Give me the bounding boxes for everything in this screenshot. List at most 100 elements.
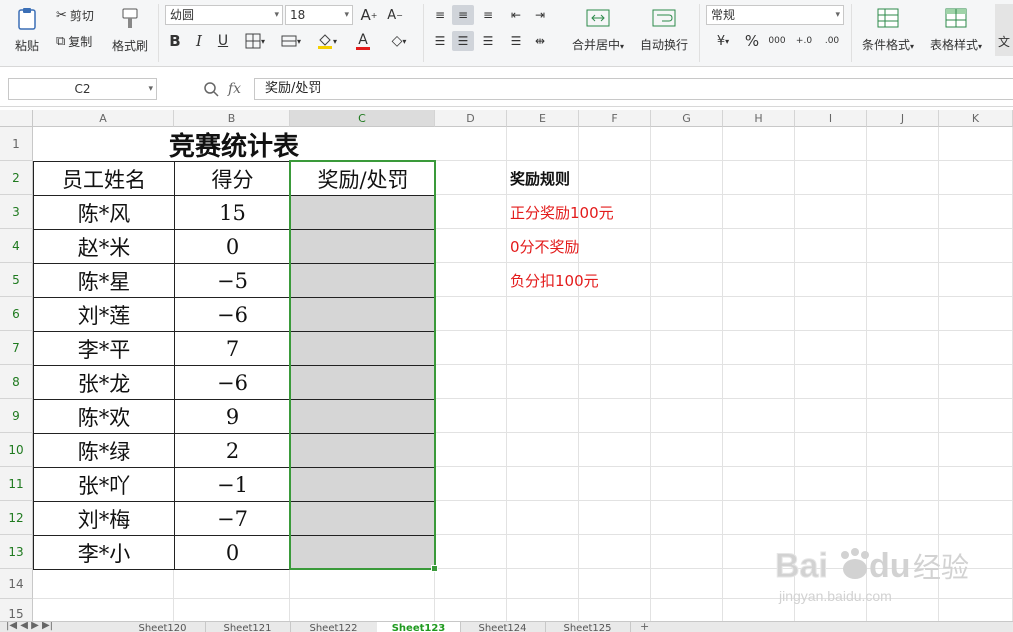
row-header-7[interactable]: 7: [0, 331, 33, 365]
clear-button[interactable]: ◇ ▾: [384, 31, 414, 51]
table-header-cell[interactable]: 员工姓名: [33, 161, 175, 196]
decrease-decimal-button[interactable]: .00: [820, 31, 844, 51]
justify-button[interactable]: ☰: [506, 31, 526, 51]
fill-color-button[interactable]: ▾: [312, 31, 342, 51]
distribute-button[interactable]: ⇹: [530, 31, 550, 51]
font-size-select[interactable]: 18 ▾: [285, 5, 353, 25]
row-header-15[interactable]: 15: [0, 599, 33, 621]
reward-penalty-cell[interactable]: [290, 467, 436, 502]
reward-penalty-cell[interactable]: [290, 263, 436, 298]
row-header-4[interactable]: 4: [0, 229, 33, 263]
employee-name-cell[interactable]: 刘*莲: [33, 297, 175, 332]
align-middle-button[interactable]: ≡: [452, 5, 474, 25]
italic-button[interactable]: I: [189, 31, 209, 51]
format-painter-button[interactable]: 格式刷: [108, 4, 152, 56]
align-top-button[interactable]: ≡: [430, 5, 450, 25]
reward-penalty-cell[interactable]: [290, 535, 436, 570]
row-header-8[interactable]: 8: [0, 365, 33, 399]
add-sheet-button[interactable]: +: [640, 622, 649, 632]
column-header-f[interactable]: F: [579, 110, 651, 127]
reward-penalty-cell[interactable]: [290, 399, 436, 434]
indent-decrease-button[interactable]: ⇤: [506, 5, 526, 25]
score-cell[interactable]: −6: [174, 297, 291, 332]
fx-button[interactable]: fx: [228, 79, 248, 99]
row-header-5[interactable]: 5: [0, 263, 33, 297]
column-header-k[interactable]: K: [939, 110, 1013, 127]
score-cell[interactable]: 7: [174, 331, 291, 366]
row-header-12[interactable]: 12: [0, 501, 33, 535]
employee-name-cell[interactable]: 张*吖: [33, 467, 175, 502]
row-header-6[interactable]: 6: [0, 297, 33, 331]
more-button[interactable]: 文: [995, 4, 1013, 56]
row-header-3[interactable]: 3: [0, 195, 33, 229]
score-cell[interactable]: −6: [174, 365, 291, 400]
bold-button[interactable]: B: [165, 31, 185, 51]
score-cell[interactable]: 0: [174, 229, 291, 264]
fill-handle[interactable]: [431, 565, 438, 572]
row-header-10[interactable]: 10: [0, 433, 33, 467]
employee-name-cell[interactable]: 陈*风: [33, 195, 175, 230]
column-header-i[interactable]: I: [795, 110, 867, 127]
row-header-11[interactable]: 11: [0, 467, 33, 501]
wrap-text-button[interactable]: 自动换行: [636, 4, 692, 56]
column-header-h[interactable]: H: [723, 110, 795, 127]
underline-button[interactable]: U: [213, 31, 233, 51]
column-header-c[interactable]: C: [290, 110, 435, 127]
name-box[interactable]: C2 ▾: [8, 78, 157, 100]
align-left-button[interactable]: ☰: [430, 31, 450, 51]
percent-button[interactable]: %: [742, 31, 762, 51]
employee-name-cell[interactable]: 刘*梅: [33, 501, 175, 536]
indent-increase-button[interactable]: ⇥: [530, 5, 550, 25]
zoom-search-icon[interactable]: [202, 80, 220, 98]
column-header-j[interactable]: J: [867, 110, 939, 127]
table-style-button[interactable]: 表格样式▾: [924, 4, 988, 56]
paste-button[interactable]: 粘贴: [8, 4, 46, 56]
align-center-button[interactable]: ☰: [452, 31, 474, 51]
align-right-button[interactable]: ☰: [478, 31, 498, 51]
score-cell[interactable]: −7: [174, 501, 291, 536]
row-header-13[interactable]: 13: [0, 535, 33, 569]
employee-name-cell[interactable]: 陈*欢: [33, 399, 175, 434]
table-header-cell[interactable]: 奖励/处罚: [290, 161, 436, 196]
font-color-button[interactable]: A: [348, 31, 378, 51]
copy-button[interactable]: ⧉ 复制: [56, 32, 106, 50]
font-name-select[interactable]: 幼圆 ▾: [165, 5, 283, 25]
number-format-select[interactable]: 常规 ▾: [706, 5, 844, 25]
score-cell[interactable]: −1: [174, 467, 291, 502]
increase-decimal-button[interactable]: +.0: [792, 31, 816, 51]
increase-font-button[interactable]: A +: [358, 5, 380, 25]
column-header-d[interactable]: D: [435, 110, 507, 127]
score-cell[interactable]: −5: [174, 263, 291, 298]
align-bottom-button[interactable]: ≡: [478, 5, 498, 25]
sheet-nav-arrows[interactable]: |◀ ◀ ▶ ▶|: [6, 622, 53, 631]
column-header-e[interactable]: E: [507, 110, 579, 127]
spreadsheet-grid[interactable]: A B C D E F G H I J K 1 2 3 4 5 6 7 8 9 10 11 12 13 14 15 竞赛统计表 员工姓…: [0, 110, 1013, 621]
score-cell[interactable]: 9: [174, 399, 291, 434]
reward-penalty-cell[interactable]: [290, 433, 436, 468]
employee-name-cell[interactable]: 陈*星: [33, 263, 175, 298]
reward-penalty-cell[interactable]: [290, 297, 436, 332]
select-all-corner[interactable]: [0, 110, 33, 127]
employee-name-cell[interactable]: 李*平: [33, 331, 175, 366]
employee-name-cell[interactable]: 陈*绿: [33, 433, 175, 468]
row-header-9[interactable]: 9: [0, 399, 33, 433]
conditional-format-button[interactable]: 条件格式▾: [856, 4, 920, 56]
employee-name-cell[interactable]: 赵*米: [33, 229, 175, 264]
row-header-2[interactable]: 2: [0, 161, 33, 195]
score-cell[interactable]: 0: [174, 535, 291, 570]
reward-penalty-cell[interactable]: [290, 501, 436, 536]
cut-button[interactable]: ✂ 剪切: [56, 6, 106, 24]
merge-center-button[interactable]: 合并居中▾: [565, 4, 631, 56]
employee-name-cell[interactable]: 李*小: [33, 535, 175, 570]
formula-input[interactable]: 奖励/处罚: [254, 78, 1013, 100]
row-header-1[interactable]: 1: [0, 127, 33, 161]
cell-style-button[interactable]: ▾: [276, 31, 306, 51]
column-header-b[interactable]: B: [174, 110, 290, 127]
thousands-button[interactable]: 000: [766, 31, 788, 51]
column-header-a[interactable]: A: [33, 110, 174, 127]
column-header-g[interactable]: G: [651, 110, 723, 127]
reward-penalty-cell[interactable]: [290, 365, 436, 400]
table-header-cell[interactable]: 得分: [174, 161, 291, 196]
currency-button[interactable]: ¥ ▾: [708, 31, 738, 51]
decrease-font-button[interactable]: A −: [384, 5, 406, 25]
